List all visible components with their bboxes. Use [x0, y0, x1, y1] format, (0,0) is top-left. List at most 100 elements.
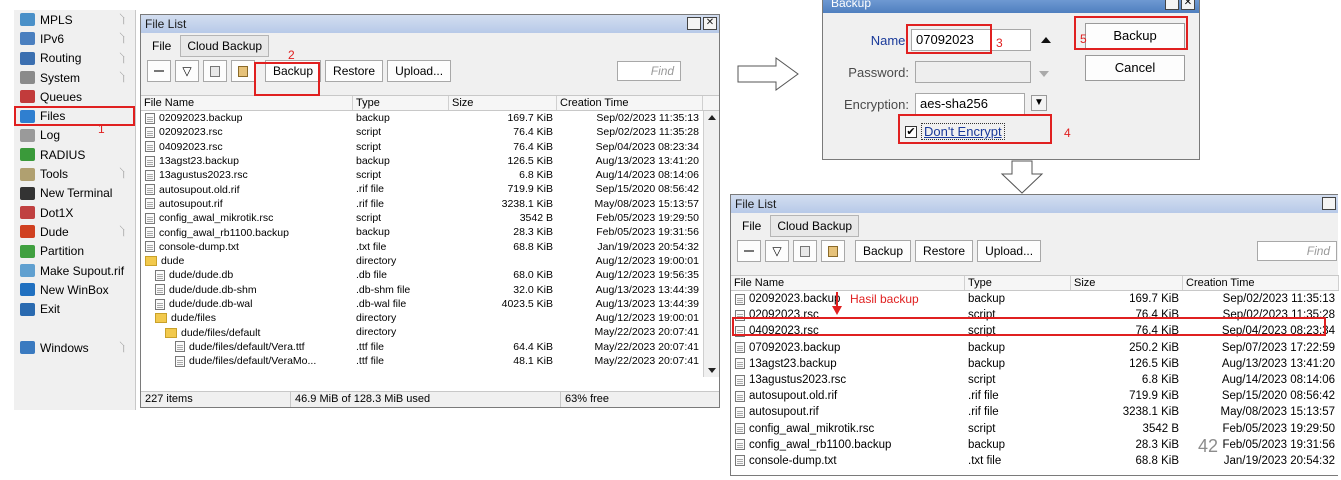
col-type[interactable]: Type	[965, 276, 1071, 290]
table-row[interactable]: dude/dude.db .db file 68.0 KiB Aug/12/2023 …	[141, 268, 719, 282]
upload-button[interactable]: Upload...	[977, 240, 1042, 262]
maximize-icon[interactable]	[1322, 197, 1336, 210]
close-icon[interactable]: ✕	[703, 17, 717, 30]
table-row[interactable]: autosupout.old.rif .rif file 719.9 KiB Sep/…	[141, 182, 719, 196]
dude-icon	[20, 225, 35, 239]
sidebar-item-routing[interactable]: Routing	[14, 49, 135, 68]
table-row[interactable]: dude/dude.db-shm .db-shm file 32.0 KiB Aug/…	[141, 283, 719, 297]
restore-button[interactable]: Restore	[915, 240, 974, 262]
encryption-select[interactable]: aes-sha256	[915, 93, 1025, 115]
tab-cloud-backup[interactable]: Cloud Backup	[180, 35, 270, 57]
table-row[interactable]: 13agustus2023.rsc script 6.8 KiB Aug/14/202…	[141, 168, 719, 182]
col-creation-time[interactable]: Creation Time	[557, 96, 703, 110]
winbox-sidebar: MPLS IPv6 Routing System Queues Files Log RADIU…	[14, 10, 136, 410]
tab-cloud-backup[interactable]: Cloud Backup	[770, 215, 860, 237]
remove-button[interactable]	[737, 240, 761, 262]
table-row[interactable]: 13agst23.backup backup 126.5 KiB Aug/13/202…	[141, 154, 719, 168]
annotation-step-3: 3	[996, 36, 1003, 50]
paste-button[interactable]	[821, 240, 845, 262]
sidebar-item-exit[interactable]: Exit	[14, 299, 135, 318]
password-dropdown-icon[interactable]	[1039, 71, 1049, 77]
copy-button[interactable]	[203, 60, 227, 82]
sidebar-item-new-terminal[interactable]: New Terminal	[14, 184, 135, 203]
sidebar-item-dude[interactable]: Dude	[14, 222, 135, 241]
table-row-new-backup[interactable]: 07092023.backup backup 250.2 KiB Sep/07/202…	[731, 340, 1339, 356]
col-file-name[interactable]: File Name	[141, 96, 353, 110]
close-icon[interactable]: ✕	[1181, 0, 1195, 10]
table-row[interactable]: console-dump.txt .txt file 68.8 KiB Jan/19/…	[731, 453, 1339, 469]
table-row[interactable]: config_awal_mikrotik.rsc script 3542 B Feb/…	[731, 421, 1339, 437]
sidebar-item-tools[interactable]: Tools	[14, 164, 135, 183]
maximize-icon[interactable]	[687, 17, 701, 30]
table-row[interactable]: autosupout.rif .rif file 3238.1 KiB May/08/…	[141, 197, 719, 211]
sidebar-item-label: IPv6	[40, 31, 65, 46]
sidebar-item-queues[interactable]: Queues	[14, 87, 135, 106]
sidebar-item-label: New Terminal	[40, 186, 113, 201]
file-icon	[145, 212, 155, 224]
find-input[interactable]: Find	[1257, 241, 1338, 261]
filter-button[interactable]: ▽	[765, 240, 789, 262]
supout-icon	[20, 264, 35, 277]
scroll-down-icon[interactable]	[708, 368, 716, 373]
sidebar-item-dot1x[interactable]: Dot1X	[14, 203, 135, 222]
table-row[interactable]: config_awal_rb1100.backup backup 28.3 KiB F…	[731, 437, 1339, 453]
scroll-up-icon[interactable]	[707, 115, 716, 120]
col-creation-time[interactable]: Creation Time	[1183, 276, 1339, 290]
table-row[interactable]: dude/files/default directory May/22/2023 2…	[141, 325, 719, 339]
routing-icon	[20, 51, 35, 65]
table-row[interactable]: dude/files/default/VeraMo... .ttf file 48.…	[141, 354, 719, 368]
find-input[interactable]: Find	[617, 61, 682, 81]
cell-size: 76.4 KiB	[513, 140, 553, 153]
table-row[interactable]: dude/files/default/Vera.ttf .ttf file 64.4…	[141, 340, 719, 354]
tab-file[interactable]: File	[145, 35, 178, 57]
sidebar-item-ipv6[interactable]: IPv6	[14, 29, 135, 48]
table-row[interactable]: 13agustus2023.rsc script 6.8 KiB Aug/14/202…	[731, 372, 1339, 388]
table-row[interactable]: dude directory Aug/12/2023 19:00:01	[141, 254, 719, 268]
sidebar-item-new-winbox[interactable]: New WinBox	[14, 280, 135, 299]
table-row[interactable]: config_awal_rb1100.backup backup 28.3 KiB F…	[141, 225, 719, 239]
table-row[interactable]: dude/dude.db-wal .db-wal file 4023.5 KiB Au…	[141, 297, 719, 311]
paste-button[interactable]	[231, 60, 255, 82]
sidebar-item-files[interactable]: Files	[14, 106, 135, 126]
col-file-name[interactable]: File Name	[731, 276, 965, 290]
sidebar-item-make-supout-rif[interactable]: Make Supout.rif	[14, 261, 135, 280]
col-size[interactable]: Size	[1071, 276, 1183, 290]
col-type[interactable]: Type	[353, 96, 449, 110]
cell-type: .rif file	[968, 406, 999, 419]
encryption-dropdown-icon[interactable]: ▼	[1031, 95, 1047, 111]
sidebar-item-label: New WinBox	[40, 282, 109, 297]
file-icon	[735, 455, 745, 467]
table-row[interactable]: console-dump.txt .txt file 68.8 KiB Jan/19/…	[141, 240, 719, 254]
restore-button[interactable]: Restore	[325, 60, 384, 82]
table-row[interactable]: 04092023.rsc script 76.4 KiB Sep/04/2023 08…	[141, 140, 719, 154]
sidebar-item-log[interactable]: Log	[14, 126, 135, 145]
table-row[interactable]: autosupout.rif .rif file 3238.1 KiB May/08/…	[731, 404, 1339, 420]
table-row[interactable]: config_awal_mikrotik.rsc script 3542 B Feb/…	[141, 211, 719, 225]
file-list-window: File List ✕ File Cloud Backup ▽ Backup R…	[140, 14, 720, 408]
sidebar-item-windows[interactable]: Windows	[14, 338, 135, 357]
remove-button[interactable]	[147, 60, 171, 82]
folder-icon	[145, 256, 157, 267]
cell-creation-time: Sep/15/2020 08:56:42	[595, 183, 699, 196]
sidebar-item-radius[interactable]: RADIUS	[14, 145, 135, 164]
dialog-cancel-button[interactable]: Cancel	[1085, 55, 1185, 81]
backup-button[interactable]: Backup	[855, 240, 912, 262]
table-row[interactable]: 02092023.backup backup 169.7 KiB Sep/02/202…	[731, 291, 1339, 307]
copy-button[interactable]	[793, 240, 817, 262]
password-input[interactable]	[915, 61, 1031, 83]
col-size[interactable]: Size	[449, 96, 557, 110]
sidebar-item-partition[interactable]: Partition	[14, 242, 135, 261]
table-row[interactable]: 02092023.backup backup 169.7 KiB Sep/02/202…	[141, 111, 719, 125]
collapse-up-icon[interactable]	[1041, 37, 1051, 43]
upload-button[interactable]: Upload...	[387, 60, 452, 82]
scrollbar[interactable]	[703, 111, 719, 377]
sidebar-item-system[interactable]: System	[14, 68, 135, 87]
tab-file[interactable]: File	[735, 215, 768, 237]
table-row[interactable]: 13agst23.backup backup 126.5 KiB Aug/13/202…	[731, 356, 1339, 372]
filter-button[interactable]: ▽	[175, 60, 199, 82]
sidebar-item-mpls[interactable]: MPLS	[14, 10, 135, 29]
table-row[interactable]: 02092023.rsc script 76.4 KiB Sep/02/2023 11…	[141, 125, 719, 139]
table-row[interactable]: dude/files directory Aug/12/2023 19:00:01	[141, 311, 719, 325]
table-row[interactable]: autosupout.old.rif .rif file 719.9 KiB Sep/…	[731, 388, 1339, 404]
maximize-icon[interactable]	[1165, 0, 1179, 10]
